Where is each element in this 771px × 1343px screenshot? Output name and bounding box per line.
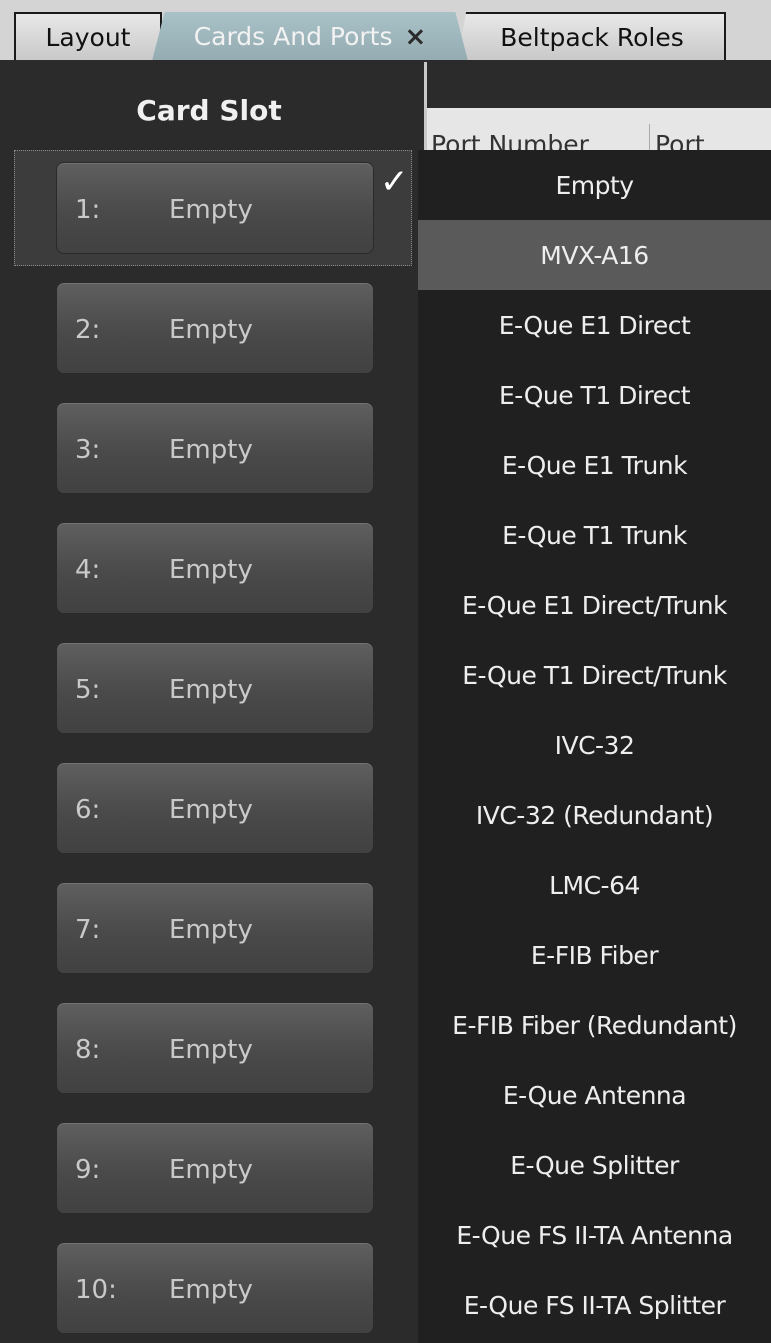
dropdown-option[interactable]: E-Que Splitter: [418, 1130, 771, 1200]
card-type-dropdown: Empty MVX-A16 E-Que E1 Direct E-Que T1 Dire…: [418, 150, 771, 1343]
checkmark-icon: ✓: [380, 162, 409, 202]
dropdown-option[interactable]: E-FIB Fiber (Redundant): [418, 990, 771, 1060]
card-slot-button[interactable]: 4: Empty: [56, 522, 374, 614]
tab-label: Beltpack Roles: [500, 23, 684, 52]
slot-value: Empty: [169, 795, 253, 825]
dropdown-option[interactable]: E-Que T1 Trunk: [418, 500, 771, 570]
slot-number: 2:: [75, 315, 101, 345]
card-slot-header: Card Slot: [136, 94, 282, 127]
slot-number: 6:: [75, 795, 101, 825]
tab-cards-and-ports[interactable]: Cards And Ports ×: [152, 12, 468, 61]
dropdown-option[interactable]: E-Que E1 Direct/Trunk: [418, 570, 771, 640]
dropdown-option[interactable]: E-Que E1 Direct: [418, 290, 771, 360]
dropdown-option[interactable]: E-Que Antenna: [418, 1060, 771, 1130]
dropdown-option[interactable]: IVC-32 (Redundant): [418, 780, 771, 850]
card-slot-button[interactable]: 3: Empty: [56, 402, 374, 494]
dropdown-option[interactable]: LMC-64: [418, 850, 771, 920]
dropdown-option[interactable]: E-Que E1 Trunk: [418, 430, 771, 500]
dropdown-option[interactable]: Empty: [418, 150, 771, 220]
slot-number: 4:: [75, 555, 101, 585]
dropdown-option[interactable]: E-Que FS II-TA Antenna: [418, 1200, 771, 1270]
slot-value: Empty: [169, 435, 253, 465]
tab-strip: Layout Beltpack Roles Cards And Ports ×: [0, 0, 771, 62]
slot-number: 5:: [75, 675, 101, 705]
card-slot-button[interactable]: 6: Empty: [56, 762, 374, 854]
slot-number: 8:: [75, 1035, 101, 1065]
slot-number: 1:: [75, 195, 101, 225]
tab-beltpack-roles[interactable]: Beltpack Roles: [458, 12, 726, 61]
card-slot-button[interactable]: 1: Empty: [56, 162, 374, 254]
card-slot-button[interactable]: 5: Empty: [56, 642, 374, 734]
slot-value: Empty: [169, 675, 253, 705]
slot-number: 3:: [75, 435, 101, 465]
column-separator: [649, 124, 650, 150]
dropdown-option[interactable]: E-Que T1 Direct: [418, 360, 771, 430]
slot-number: 9:: [75, 1155, 101, 1185]
close-icon[interactable]: ×: [405, 22, 427, 52]
tab-label: Layout: [45, 23, 131, 52]
card-slot-button[interactable]: 8: Empty: [56, 1002, 374, 1094]
dropdown-option[interactable]: E-Que T1 Direct/Trunk: [418, 640, 771, 710]
slot-value: Empty: [169, 195, 253, 225]
card-slot-button[interactable]: 10: Empty: [56, 1242, 374, 1334]
slot-number: 7:: [75, 915, 101, 945]
dropdown-option[interactable]: MVX-A16: [418, 220, 771, 290]
tab-layout[interactable]: Layout: [14, 12, 162, 61]
slot-value: Empty: [169, 915, 253, 945]
card-slot-button[interactable]: 9: Empty: [56, 1122, 374, 1214]
dropdown-option[interactable]: E-FIB Fiber: [418, 920, 771, 990]
dropdown-option[interactable]: IVC-32: [418, 710, 771, 780]
card-slot-button[interactable]: 2: Empty: [56, 282, 374, 374]
tab-label: Cards And Ports: [193, 22, 393, 51]
slot-value: Empty: [169, 555, 253, 585]
ports-table-header: Port Number Port Function: [427, 108, 771, 150]
slot-value: Empty: [169, 1155, 253, 1185]
slot-number: 10:: [75, 1275, 117, 1305]
column-header-port-function[interactable]: Port Function: [655, 130, 771, 150]
card-slot-button[interactable]: 7: Empty: [56, 882, 374, 974]
card-slot-panel: Card Slot ✓ 1: Empty 2: Empty 3: Empty 4: Empty…: [0, 62, 418, 1343]
slot-value: Empty: [169, 315, 253, 345]
slot-value: Empty: [169, 1275, 253, 1305]
dropdown-option[interactable]: E-Que FS II-TA Splitter: [418, 1270, 771, 1340]
slot-value: Empty: [169, 1035, 253, 1065]
column-header-port-number[interactable]: Port Number: [431, 130, 589, 150]
